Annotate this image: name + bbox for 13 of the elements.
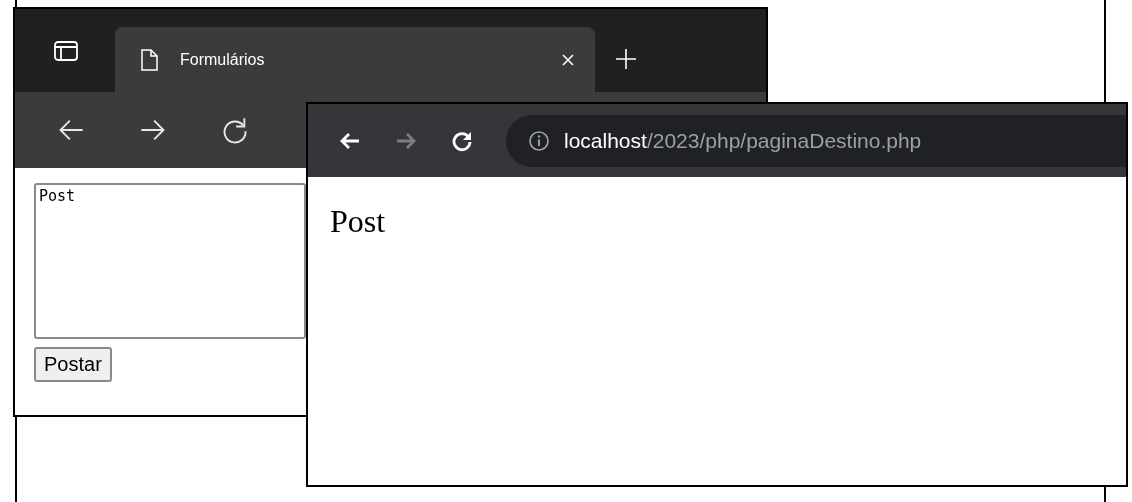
post-button[interactable]: Postar — [34, 347, 112, 382]
close-icon[interactable] — [561, 52, 575, 67]
page-icon — [140, 48, 158, 71]
text-area[interactable]: Post — [34, 183, 306, 339]
new-tab-icon[interactable] — [615, 48, 637, 70]
url-text: localhost/2023/php/paginaDestino.php — [564, 128, 922, 153]
info-icon[interactable] — [528, 129, 550, 152]
address-bar[interactable]: localhost/2023/php/paginaDestino.php — [506, 114, 1126, 167]
sidebar-icon[interactable] — [53, 40, 79, 62]
page-text: Post — [330, 203, 386, 240]
browser-tab[interactable]: Formulários — [115, 27, 595, 92]
tab-title: Formulários — [180, 50, 266, 69]
reload-icon[interactable] — [221, 116, 249, 144]
